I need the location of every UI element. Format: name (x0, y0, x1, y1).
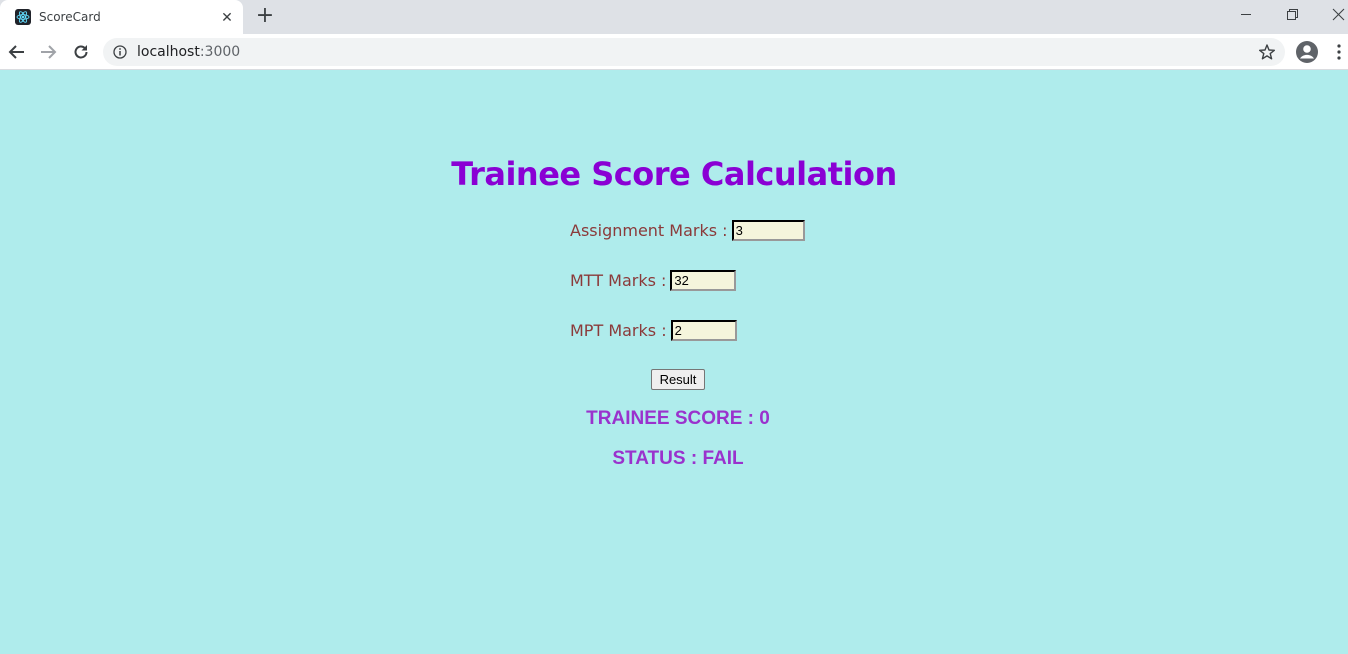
profile-icon[interactable] (1295, 40, 1319, 64)
page-content: Trainee Score Calculation Assignment Mar… (0, 70, 1348, 654)
assignment-marks-input[interactable] (731, 219, 805, 241)
trainee-score: TRAINEE SCORE : 0 (586, 408, 770, 429)
url-port: :3000 (199, 44, 241, 60)
mtt-marks-input[interactable] (670, 269, 737, 291)
mtt-marks-row: MTT Marks : (570, 269, 737, 291)
close-icon[interactable]: ✕ (219, 9, 235, 25)
star-icon[interactable] (1258, 43, 1276, 61)
info-icon[interactable] (113, 45, 127, 59)
result-button[interactable]: Result (651, 369, 705, 390)
browser-tab[interactable]: ScoreCard ✕ (0, 0, 243, 34)
mpt-marks-row: MPT Marks : (570, 319, 737, 341)
browser-toolbar: localhost:3000 (0, 34, 1348, 70)
tab-title: ScoreCard (39, 10, 101, 24)
url-text: localhost:3000 (137, 44, 240, 60)
url-host: localhost (137, 44, 200, 60)
page-title: Trainee Score Calculation (451, 155, 897, 193)
minimize-icon[interactable] (1234, 4, 1258, 26)
mtt-marks-label: MTT Marks : (570, 270, 667, 290)
plus-icon[interactable]: + (255, 5, 275, 27)
address-bar[interactable]: localhost:3000 (103, 38, 1285, 66)
mpt-marks-label: MPT Marks : (570, 320, 667, 340)
kebab-menu-icon[interactable] (1333, 43, 1345, 61)
mpt-marks-input[interactable] (670, 319, 737, 341)
reload-icon[interactable] (71, 42, 91, 62)
assignment-marks-row: Assignment Marks : (570, 219, 805, 241)
status-text: STATUS : FAIL (612, 448, 744, 469)
browser-tab-bar: ScoreCard ✕ + (0, 0, 1348, 34)
back-arrow-icon[interactable] (7, 42, 27, 62)
window-close-icon[interactable] (1326, 4, 1348, 26)
restore-icon[interactable] (1280, 4, 1304, 26)
assignment-marks-label: Assignment Marks : (570, 220, 728, 240)
forward-arrow-icon[interactable] (38, 42, 58, 62)
react-icon (15, 9, 31, 25)
